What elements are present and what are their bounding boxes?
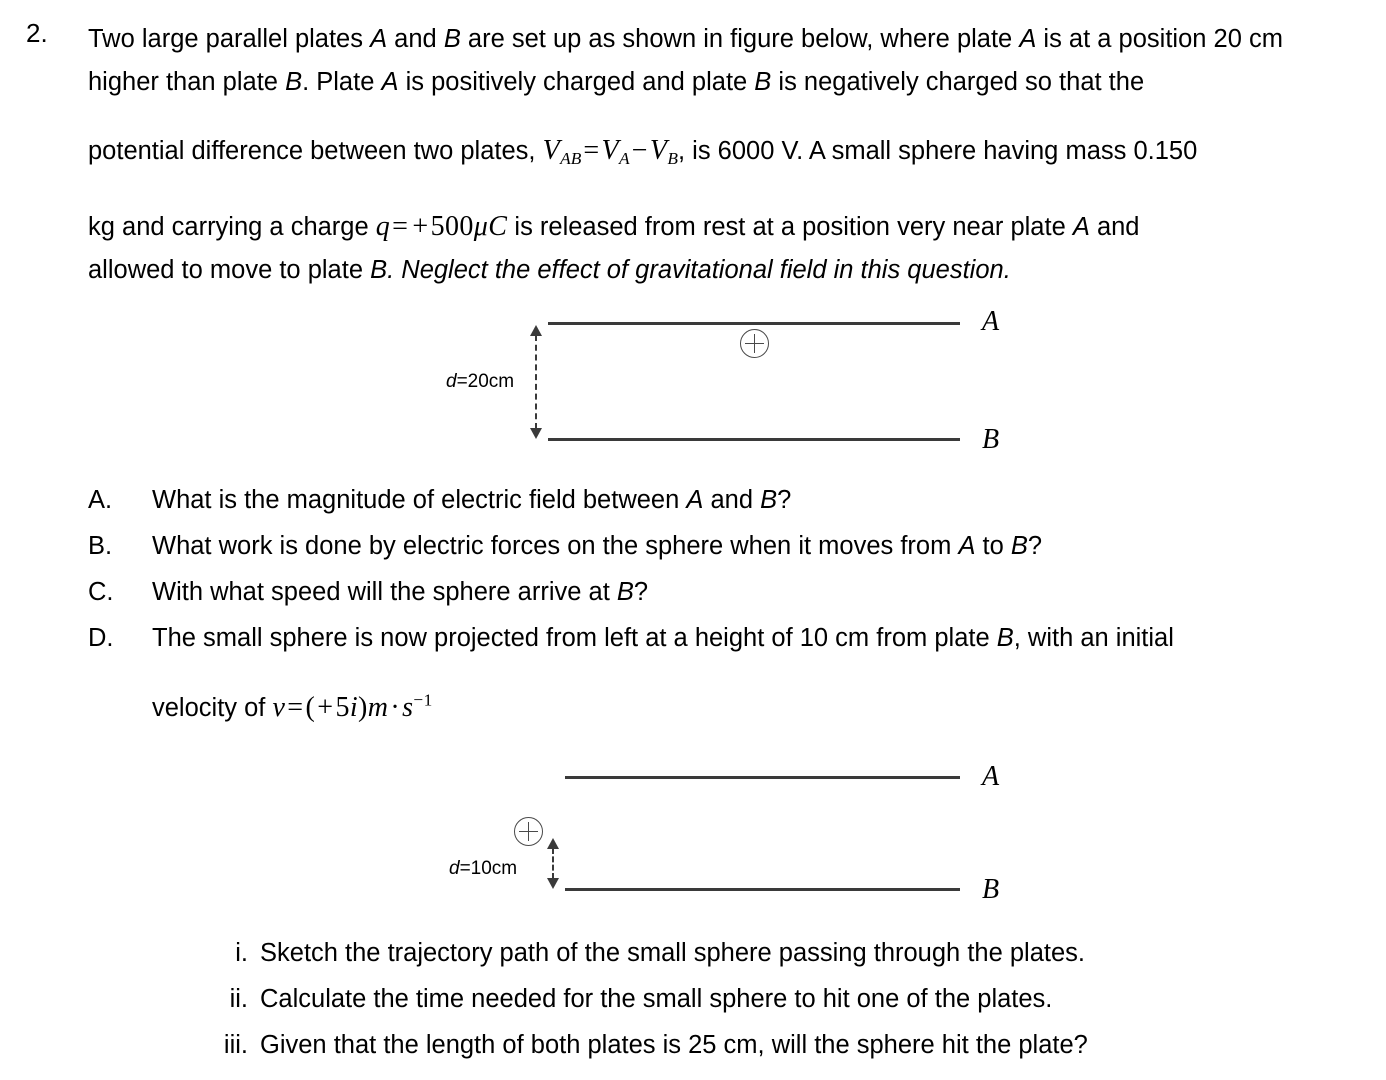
plate-b-line <box>548 438 960 441</box>
q-text-7: is negatively charged so that the <box>771 68 1145 96</box>
dimension-label-1: d=20cm <box>446 371 515 392</box>
item-text: Sketch the trajectory path of the small … <box>260 939 1085 967</box>
plate-ref-a-1: A <box>370 25 388 53</box>
item-marker: i. <box>235 939 248 967</box>
plate-ref-a-2: A <box>1019 25 1037 53</box>
arrowhead-down-icon <box>530 428 542 439</box>
q-text-13: allowed to move to plate <box>88 255 371 284</box>
question-paragraph-1: Two large parallel plates A and B are se… <box>88 18 1350 104</box>
question-paragraph-3: kg and carrying a charge q= +500μC is rel… <box>88 205 1350 249</box>
plate-ref-a-4: A <box>1072 212 1090 241</box>
item-text: The small sphere is now projected from l… <box>152 624 1174 652</box>
figure-parallel-plates-1: A B d=20cm <box>0 300 1386 465</box>
list-item: iii. Given that the length of both plate… <box>0 1022 1386 1068</box>
dimension-arrow-2 <box>547 838 559 889</box>
arrowhead-down-icon-2 <box>547 878 559 889</box>
list-item: D. The small sphere is now projected fro… <box>0 615 1386 661</box>
item-text: With what speed will the sphere arrive a… <box>152 578 649 606</box>
plate-b-line-2 <box>565 888 960 891</box>
roman-sub-question-list: i. Sketch the trajectory path of the sma… <box>0 930 1386 1068</box>
formula-velocity: v=(+5i)m·s−1 <box>272 690 433 723</box>
q-text-1: Two large parallel plates <box>88 25 371 53</box>
item-marker: C. <box>88 578 114 606</box>
plate-b-label-2: B <box>982 874 1000 905</box>
dimension-label-2: d=10cm <box>449 858 518 879</box>
q-text-6: is positively charged and plate <box>398 68 755 96</box>
positive-charge-icon-2 <box>514 817 543 846</box>
q-text-8: potential difference between two plates, <box>88 137 543 165</box>
q-text-11: is released from rest at a position very… <box>507 212 1073 241</box>
plate-a-line-2 <box>565 776 960 779</box>
list-item: B. What work is done by electric forces … <box>0 523 1386 569</box>
alpha-sub-question-list: A. What is the magnitude of electric fie… <box>0 477 1386 661</box>
velocity-prefix: velocity of <box>152 693 273 722</box>
formula-charge: q= +500μC <box>375 210 508 242</box>
item-marker: B. <box>88 532 113 560</box>
velocity-line: velocity of v=(+5i)m·s−1 <box>152 678 433 730</box>
item-text: Calculate the time needed for the small … <box>260 985 1053 1013</box>
item-text: Given that the length of both plates is … <box>260 1031 1088 1059</box>
item-text: What is the magnitude of electric field … <box>152 486 792 514</box>
item-marker: D. <box>88 624 114 652</box>
list-item: ii. Calculate the time needed for the sm… <box>0 976 1386 1022</box>
list-item: i. Sketch the trajectory path of the sma… <box>0 930 1386 976</box>
plate-ref-b-3: B <box>754 68 772 96</box>
question-number: 2. <box>26 18 48 48</box>
question-paragraph-2: potential difference between two plates,… <box>88 129 1350 180</box>
item-text: What work is done by electric forces on … <box>152 532 1043 560</box>
formula-potential-difference: VAB=VA−VB <box>542 135 678 168</box>
q-text-3: are set up as shown in figure below, whe… <box>460 25 1020 53</box>
list-item: C. With what speed will the sphere arriv… <box>0 569 1386 615</box>
arrow-shaft-2 <box>552 848 554 879</box>
question-body: Two large parallel plates A and B are se… <box>88 18 1350 292</box>
q-text-emphasis: . Neglect the effect of gravitational fi… <box>387 255 1011 284</box>
q-text-10: kg and carrying a charge <box>88 212 376 241</box>
question-paragraph-4: allowed to move to plate B. Neglect the … <box>88 249 1350 292</box>
item-marker: ii. <box>229 985 248 1013</box>
figure-parallel-plates-2: A B d=10cm <box>0 745 1386 920</box>
list-item: A. What is the magnitude of electric fie… <box>0 477 1386 523</box>
item-marker: A. <box>88 486 113 514</box>
q-text-9: , is 6000 V. A small sphere having mass … <box>677 137 1198 165</box>
q-text-12: and <box>1089 212 1140 241</box>
plate-ref-b-2: B <box>285 68 303 96</box>
plate-ref-b-4: B <box>370 255 388 284</box>
q-text-2: and <box>387 25 444 53</box>
plate-b-label: B <box>982 424 1000 455</box>
plate-a-label-2: A <box>982 761 1000 792</box>
arrow-shaft <box>535 335 537 429</box>
dimension-arrow-1 <box>530 325 542 439</box>
plate-ref-a-3: A <box>381 68 399 96</box>
positive-charge-icon <box>740 329 769 358</box>
plate-ref-b-1: B <box>443 25 461 53</box>
plate-a-label: A <box>982 306 1000 337</box>
item-marker: iii. <box>223 1031 248 1059</box>
q-text-5: . Plate <box>302 68 382 96</box>
plate-a-line <box>548 322 960 325</box>
